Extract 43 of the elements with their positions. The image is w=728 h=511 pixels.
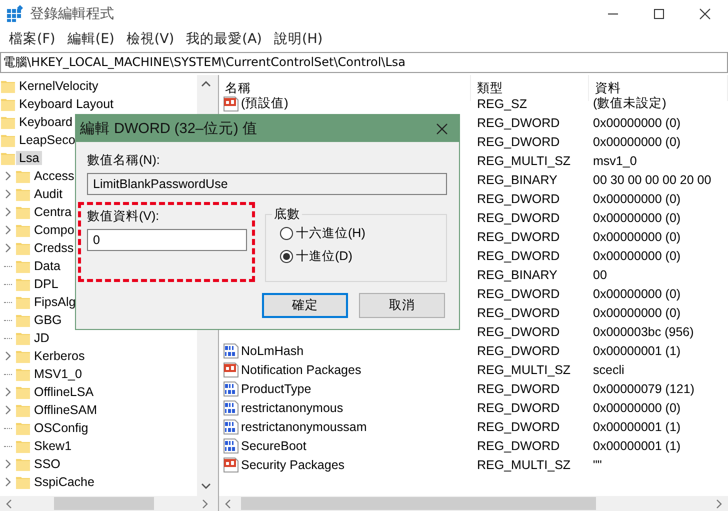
- value-type: REG_DWORD: [477, 116, 560, 130]
- value-data: 0x00000000 (0): [593, 286, 681, 300]
- dialog-title: 編輯 DWORD (32–位元) 值: [80, 120, 258, 138]
- value-type: REG_DWORD: [477, 134, 560, 148]
- value-type: REG_DWORD: [477, 210, 560, 224]
- value-type: REG_BINARY: [477, 268, 558, 282]
- value-data: 0x00000000 (0): [593, 400, 681, 414]
- value-data: 00: [593, 268, 607, 282]
- value-data: msv1_0: [593, 154, 637, 168]
- value-type: REG_DWORD: [477, 248, 560, 262]
- value-data: 0x00000000 (0): [593, 210, 681, 224]
- value-data: 00 30 00 00 00 20 00: [593, 172, 712, 186]
- value-data: 0x00000001 (1): [593, 344, 681, 358]
- value-data: 0x00000000 (0): [593, 192, 681, 206]
- group-label: 底數: [272, 206, 302, 223]
- value-type: REG_DWORD: [477, 230, 560, 244]
- value-data: 0x00000079 (121): [593, 382, 694, 396]
- value-type: REG_MULTI_SZ: [477, 362, 571, 376]
- window-title: 登錄編輯程式: [30, 5, 115, 23]
- value-data: "": [593, 458, 602, 472]
- value-type: REG_DWORD: [477, 382, 560, 396]
- value-data: 0x00000000 (0): [593, 306, 681, 320]
- value-type: REG_BINARY: [477, 172, 558, 186]
- value-type: REG_DWORD: [477, 438, 560, 452]
- value-data: 0x00000000 (0): [593, 116, 681, 130]
- value-type: REG_DWORD: [477, 192, 560, 206]
- value-data: 0x00000001 (1): [593, 438, 681, 452]
- value-data: scecli: [593, 362, 624, 376]
- value-type: REG_DWORD: [477, 420, 560, 434]
- field-label: 數值資料(V):: [87, 208, 160, 225]
- value-type: REG_MULTI_SZ: [477, 458, 571, 472]
- value-data: 0x00000000 (0): [593, 230, 681, 244]
- value-data: 0x000003bc (956): [593, 324, 694, 338]
- value-type: REG_DWORD: [477, 286, 560, 300]
- value-type: REG_DWORD: [477, 400, 560, 414]
- value-data: 0x00000000 (0): [593, 134, 681, 148]
- value-data: 0x00000000 (0): [593, 248, 681, 262]
- value-type: REG_DWORD: [477, 344, 560, 358]
- field-label: 數值名稱(N):: [87, 152, 161, 169]
- value-data: 0x00000001 (1): [593, 420, 681, 434]
- value-type: REG_MULTI_SZ: [477, 154, 571, 168]
- value-type: REG_DWORD: [477, 306, 560, 320]
- value-type: REG_DWORD: [477, 324, 560, 338]
